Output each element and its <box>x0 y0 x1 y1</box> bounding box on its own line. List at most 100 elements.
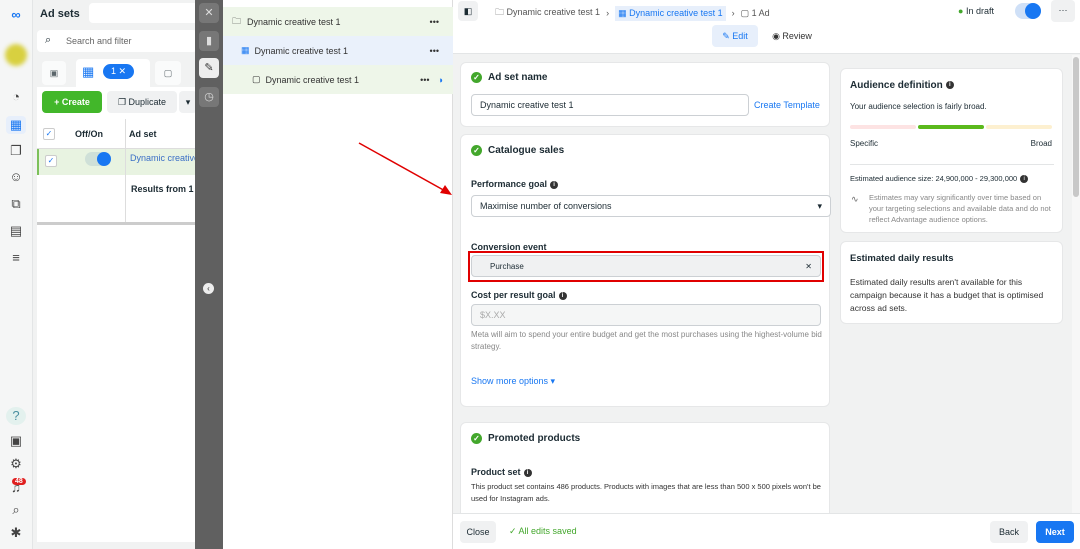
toggle-panel-icon[interactable]: ◧ <box>458 1 478 21</box>
scrollbar[interactable] <box>1072 55 1080 513</box>
estimated-daily-results-card: Estimated daily results Estimated daily … <box>840 241 1063 324</box>
dashboard-icon[interactable]: ◔ <box>6 88 26 106</box>
campaigns-icon[interactable]: ⧉ <box>6 195 26 213</box>
info-icon[interactable]: i <box>558 291 567 300</box>
info-icon[interactable]: i <box>1020 175 1029 184</box>
audience-size: Estimated audience size: 24,900,000 - 29… <box>850 174 1018 183</box>
duplicate-button[interactable]: ❐ Duplicate <box>107 91 177 113</box>
create-template-link[interactable]: Create Template <box>754 100 820 110</box>
tree-item-campaign[interactable]: 🗀 Dynamic creative test 1 ••• <box>223 7 453 36</box>
status-label: In draft <box>965 6 994 16</box>
close-button[interactable]: Close <box>460 521 496 543</box>
notification-badge: 48 <box>12 478 26 485</box>
pages-icon[interactable]: ❐ <box>6 142 26 160</box>
edit-label: Edit <box>732 31 748 41</box>
adset-toggle[interactable] <box>1015 3 1041 19</box>
highlight-box <box>468 251 824 282</box>
breadcrumb-label: Dynamic creative test 1 <box>506 7 601 17</box>
tree-item-adset[interactable]: ▦ Dynamic creative test 1 ••• <box>223 36 453 65</box>
collapse-chevron-icon[interactable]: ‹ <box>203 283 214 294</box>
filter-count: 1 <box>111 66 117 76</box>
trend-icon: ∿ <box>851 194 859 204</box>
table-row[interactable]: ✓ Dynamic creative <box>37 149 199 175</box>
edit-pencil-icon[interactable]: ✎ <box>199 58 219 78</box>
filter-chip[interactable]: 1 ✕ <box>103 64 135 79</box>
review-label: Review <box>782 31 812 41</box>
more-icon[interactable]: ••• <box>430 46 439 56</box>
product-set-label: Product set <box>471 467 521 477</box>
performance-goal-label: Performance goal <box>471 179 548 189</box>
account-selector[interactable] <box>89 3 199 23</box>
review-tab[interactable]: ◉ Review <box>766 25 818 47</box>
adsets-table: + Create ❐ Duplicate ▾ ✓ Off/On Ad set ✓… <box>37 87 201 222</box>
meter-specific <box>850 125 916 129</box>
table-header: ✓ Off/On Ad set <box>37 119 197 149</box>
ad-icon: ▢ <box>252 74 261 84</box>
search-icon[interactable]: ⌕ <box>6 501 26 519</box>
draft-status: ● In draft <box>958 6 994 16</box>
row-toggle[interactable] <box>85 152 111 166</box>
card-title: Promoted products <box>488 433 581 445</box>
breadcrumb-campaign[interactable]: 🗀 Dynamic creative test 1 <box>495 5 600 21</box>
tree-item-label: Dynamic creative test 1 <box>247 16 341 27</box>
breadcrumb-label: Dynamic creative test 1 <box>629 7 723 18</box>
adset-name-input[interactable]: Dynamic creative test 1 <box>471 94 749 116</box>
breadcrumb: 🗀 Dynamic creative test 1 › ▦ Dynamic cre… <box>495 5 770 21</box>
top-bar: ◧ 🗀 Dynamic creative test 1 › ▦ Dynamic c… <box>453 0 1080 54</box>
main-editor: ◧ 🗀 Dynamic creative test 1 › ▦ Dynamic c… <box>453 0 1080 549</box>
account-avatar[interactable] <box>5 44 27 66</box>
info-icon[interactable]: i <box>945 81 954 90</box>
saved-label: All edits saved <box>518 526 577 536</box>
news-icon[interactable]: ▣ <box>6 432 26 450</box>
search-icon: ⌕ <box>45 34 52 46</box>
tree-item-ad[interactable]: ▢ Dynamic creative test 1 ••• ◑ <box>223 65 453 94</box>
meter-fairly-broad <box>918 125 984 129</box>
next-button[interactable]: Next <box>1036 521 1074 543</box>
audience-definition-card: Audience definition i Your audience selec… <box>840 68 1063 233</box>
ads-manager-table-icon[interactable]: ▦ <box>6 116 26 134</box>
search-input[interactable]: Search and filter <box>37 30 197 52</box>
left-nav: ∞ ◔ ▦ ❐ ☺ ⧉ ▤ ≡ ? ▣ ⚙ ♫ 48 ⌕ ✱ <box>0 0 33 549</box>
help-icon[interactable]: ? <box>6 407 26 425</box>
create-button[interactable]: + Create <box>42 91 102 113</box>
tab-ads[interactable]: ▢ <box>155 61 181 85</box>
back-button[interactable]: Back <box>990 521 1028 543</box>
meta-logo-icon: ∞ <box>11 7 21 22</box>
audiences-icon[interactable]: ☺ <box>6 168 26 186</box>
adset-grid-icon: ▦ <box>241 45 250 55</box>
more-icon[interactable]: ••• <box>420 75 429 85</box>
settings-gear-icon[interactable]: ⚙ <box>6 455 26 473</box>
tab-adsets[interactable]: ▦ 1 ✕ <box>76 59 150 87</box>
card-title: Audience definition <box>850 80 943 91</box>
cost-goal-input[interactable]: $X.XX <box>471 304 821 326</box>
breadcrumb-label: 1 Ad <box>751 7 770 18</box>
table-scrollbar[interactable] <box>37 222 197 542</box>
complete-check-icon: ✓ <box>471 433 482 444</box>
performance-goal-select[interactable]: Maximise number of conversions ▾ <box>471 195 831 217</box>
meter-broad <box>986 125 1052 129</box>
breadcrumb-ad[interactable]: ▢ 1 Ad <box>741 8 770 19</box>
select-all-checkbox[interactable]: ✓ <box>43 128 55 140</box>
tab-campaigns[interactable]: ▣ <box>42 61 66 85</box>
card-title: Ad set name <box>488 72 548 84</box>
catalogue-icon[interactable]: ▤ <box>6 222 26 240</box>
show-more-options-link[interactable]: Show more options ▾ <box>471 376 555 387</box>
create-label: Create <box>61 97 90 107</box>
select-value: Maximise number of conversions <box>480 201 612 211</box>
row-checkbox[interactable]: ✓ <box>45 155 57 167</box>
chart-icon[interactable]: ▮ <box>199 31 219 51</box>
info-icon[interactable]: i <box>550 180 559 189</box>
info-icon[interactable]: i <box>523 468 532 477</box>
more-options-button[interactable]: ··· <box>1051 0 1075 22</box>
more-icon[interactable]: ••• <box>430 17 439 27</box>
history-clock-icon[interactable]: ◷ <box>199 87 219 107</box>
close-icon[interactable]: ✕ <box>199 3 219 23</box>
breadcrumb-adset[interactable]: ▦ Dynamic creative test 1 <box>615 5 726 21</box>
edit-tab[interactable]: ✎ Edit <box>712 25 758 47</box>
duplicate-label: Duplicate <box>128 97 167 107</box>
menu-icon[interactable]: ≡ <box>6 249 26 267</box>
link-label: Show more options <box>471 376 549 386</box>
adsets-panel: Ad sets Search and filter ⌕ ▣ ▦ 1 ✕ ▢ + … <box>33 0 201 549</box>
row-adset-name[interactable]: Dynamic creative <box>130 153 199 163</box>
bug-report-icon[interactable]: ✱ <box>6 524 26 542</box>
